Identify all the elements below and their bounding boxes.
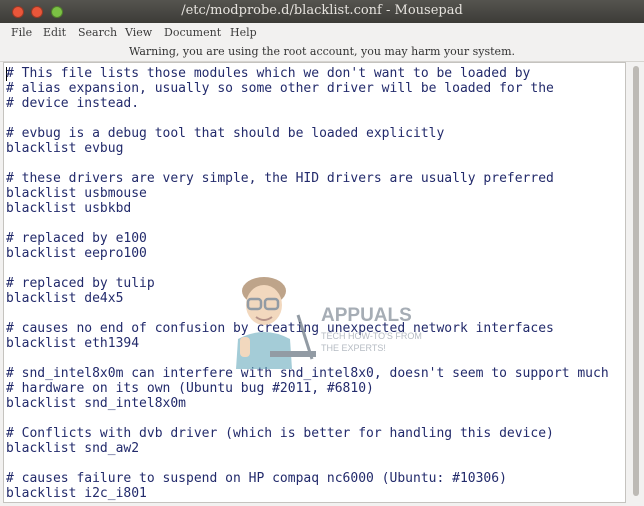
- code-line[interactable]: blacklist usbmouse: [6, 186, 609, 201]
- mousepad-window: /etc/modprobe.d/blacklist.conf - Mousepa…: [0, 0, 644, 506]
- code-line[interactable]: # alias expansion, usually so some other…: [6, 81, 609, 96]
- code-line[interactable]: blacklist snd_intel8x0m: [6, 396, 609, 411]
- code-line[interactable]: [6, 456, 609, 471]
- menu-document[interactable]: Document: [164, 26, 221, 39]
- appuals-watermark: APPUALS TECH HOW-TO'S FROM THE EXPERTS!: [226, 269, 426, 369]
- code-line[interactable]: blacklist eepro100: [6, 246, 609, 261]
- code-line[interactable]: [6, 411, 609, 426]
- code-line[interactable]: # these drivers are very simple, the HID…: [6, 171, 609, 186]
- code-line[interactable]: blacklist evbug: [6, 141, 609, 156]
- watermark-brand: APPUALS: [321, 305, 412, 326]
- menu-bar: File Edit Search View Document Help: [0, 23, 644, 42]
- code-line[interactable]: # causes failure to suspend on HP compaq…: [6, 471, 609, 486]
- code-line[interactable]: blacklist usbkbd: [6, 201, 609, 216]
- window-title: /etc/modprobe.d/blacklist.conf - Mousepa…: [181, 3, 463, 18]
- code-line[interactable]: # Conflicts with dvb driver (which is be…: [6, 426, 609, 441]
- watermark-tagline-1: TECH HOW-TO'S FROM: [321, 331, 422, 341]
- menu-file[interactable]: File: [11, 26, 32, 39]
- root-warning-text: Warning, you are using the root account,…: [129, 45, 515, 58]
- root-warning-bar: Warning, you are using the root account,…: [0, 42, 644, 62]
- code-line[interactable]: # device instead.: [6, 96, 609, 111]
- code-line[interactable]: [6, 111, 609, 126]
- menu-help[interactable]: Help: [230, 26, 257, 39]
- scrollbar-thumb[interactable]: [633, 66, 639, 496]
- menu-view[interactable]: View: [125, 26, 152, 39]
- code-line[interactable]: # evbug is a debug tool that should be l…: [6, 126, 609, 141]
- code-line[interactable]: # This file lists those modules which we…: [6, 66, 609, 81]
- code-line[interactable]: blacklist snd_aw2: [6, 441, 609, 456]
- code-line[interactable]: # hardware on its own (Ubuntu bug #2011,…: [6, 381, 609, 396]
- code-line[interactable]: [6, 216, 609, 231]
- code-line[interactable]: blacklist i2c_i801: [6, 486, 609, 501]
- menu-search[interactable]: Search: [78, 26, 117, 39]
- text-editor-area[interactable]: # This file lists those modules which we…: [3, 62, 626, 503]
- code-line[interactable]: # replaced by e100: [6, 231, 609, 246]
- watermark-tagline-2: THE EXPERTS!: [321, 343, 386, 353]
- mascot-icon: [236, 277, 316, 369]
- code-line[interactable]: [6, 156, 609, 171]
- menu-edit[interactable]: Edit: [43, 26, 66, 39]
- title-bar[interactable]: /etc/modprobe.d/blacklist.conf - Mousepa…: [0, 0, 644, 23]
